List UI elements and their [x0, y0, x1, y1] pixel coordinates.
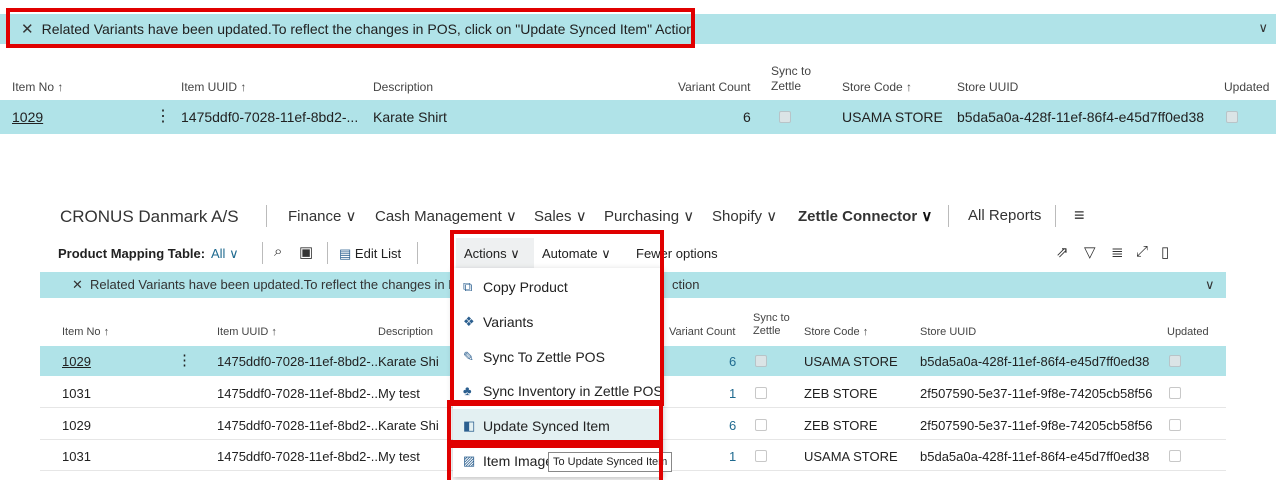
store-code: USAMA STORE [804, 354, 898, 369]
item-uuid: 1475ddf0-7028-11ef-8bd2-... [217, 418, 382, 433]
description: Karate Shi [378, 418, 439, 433]
item-no[interactable]: 1029 [62, 418, 91, 433]
sync-checkbox[interactable] [779, 111, 791, 123]
description: My test [378, 449, 420, 464]
item-no-link[interactable]: 1029 [12, 109, 43, 125]
item-no[interactable]: 1031 [62, 449, 91, 464]
banner-text-left: Related Variants have been updated.To re… [90, 277, 476, 292]
zoomed-detail: ✕ Related Variants have been updated.To … [0, 0, 1276, 140]
divider [1055, 205, 1056, 227]
divider [948, 205, 949, 227]
col-sync-to-zettle[interactable]: Sync to Zettle [771, 64, 821, 94]
divider [266, 205, 267, 227]
store-code: ZEB STORE [804, 418, 878, 433]
edit-list-button[interactable]: ▤ Edit List [339, 246, 401, 262]
table-row[interactable]: 1029 ⋮ 1475ddf0-7028-11ef-8bd2-... Karat… [0, 100, 1276, 134]
share-icon[interactable]: ⇗ [1056, 243, 1069, 261]
variant-count: 6 [743, 109, 751, 125]
col-description[interactable]: Description [373, 80, 433, 94]
sync-checkbox[interactable] [755, 355, 767, 367]
nav-shopify[interactable]: Shopify ∨ [712, 207, 777, 225]
description: My test [378, 386, 420, 401]
nav-sales[interactable]: Sales ∨ [534, 207, 587, 225]
store-code: USAMA STORE [842, 109, 943, 125]
annotation-box [447, 444, 663, 480]
col-store-uuid[interactable]: Store UUID [957, 80, 1018, 94]
search-icon[interactable]: ⌕ [274, 243, 282, 260]
edit-icon: ▤ [339, 246, 352, 261]
filter-dropdown[interactable]: All ∨ [211, 246, 239, 262]
col-item-uuid[interactable]: Item UUID ↑ [181, 80, 246, 94]
banner-text-right: ction [672, 277, 700, 292]
store-code: USAMA STORE [804, 449, 898, 464]
store-uuid: 2f507590-5e37-11ef-9f8e-74205cb58f56 [920, 418, 1153, 433]
updated-checkbox[interactable] [1169, 419, 1181, 431]
item-uuid: 1475ddf0-7028-11ef-8bd2-... [181, 109, 359, 125]
item-no-link[interactable]: 1029 [62, 354, 91, 369]
row-menu-icon[interactable]: ⋮ [155, 106, 171, 126]
col-updated[interactable]: Updated [1167, 326, 1209, 338]
analyze-icon[interactable]: ▣ [299, 243, 313, 261]
updated-checkbox[interactable] [1169, 355, 1181, 367]
description: Karate Shi [378, 354, 439, 369]
divider [327, 242, 328, 264]
variant-count[interactable]: 6 [729, 418, 736, 433]
item-uuid: 1475ddf0-7028-11ef-8bd2-... [217, 449, 382, 464]
sync-checkbox[interactable] [755, 387, 767, 399]
updated-checkbox[interactable] [1226, 111, 1238, 123]
annotation-box [447, 400, 663, 444]
col-item-no[interactable]: Item No ↑ [62, 326, 109, 338]
close-icon[interactable]: ✕ [72, 277, 83, 293]
page-title: Product Mapping Table: [58, 246, 206, 261]
variant-count[interactable]: 1 [729, 449, 736, 464]
divider [417, 242, 418, 264]
col-store-code[interactable]: Store Code ↑ [804, 326, 868, 338]
nav-zettle-connector[interactable]: Zettle Connector ∨ [798, 207, 932, 225]
company-name[interactable]: CRONUS Danmark A/S [60, 207, 239, 227]
nav-all-reports[interactable]: All Reports [968, 207, 1041, 224]
col-item-uuid[interactable]: Item UUID ↑ [217, 326, 277, 338]
annotation-box [450, 230, 664, 406]
store-uuid: b5da5a0a-428f-11ef-86f4-e45d7ff0ed38 [957, 109, 1205, 125]
chevron-down-icon[interactable]: ∨ [1258, 20, 1268, 36]
store-uuid: b5da5a0a-428f-11ef-86f4-e45d7ff0ed38 [920, 449, 1150, 464]
updated-checkbox[interactable] [1169, 450, 1181, 462]
col-updated[interactable]: Updated [1224, 80, 1269, 94]
nav-purchasing[interactable]: Purchasing ∨ [604, 207, 694, 225]
item-no[interactable]: 1031 [62, 386, 91, 401]
variant-count[interactable]: 1 [729, 386, 736, 401]
col-store-uuid[interactable]: Store UUID [920, 326, 976, 338]
store-uuid: b5da5a0a-428f-11ef-86f4-e45d7ff0ed38 [920, 354, 1150, 369]
item-uuid: 1475ddf0-7028-11ef-8bd2-... [217, 354, 382, 369]
col-store-code[interactable]: Store Code ↑ [842, 80, 912, 94]
filter-icon[interactable]: ▽ [1084, 243, 1096, 261]
divider [262, 242, 263, 264]
col-item-no[interactable]: Item No ↑ [12, 80, 63, 94]
nav-finance[interactable]: Finance ∨ [288, 207, 357, 225]
hamburger-icon[interactable]: ≡ [1074, 205, 1085, 226]
bookmark-icon[interactable]: ▯ [1161, 243, 1169, 261]
col-description[interactable]: Description [378, 326, 433, 338]
sync-checkbox[interactable] [755, 419, 767, 431]
col-variant-count[interactable]: Variant Count [669, 326, 735, 338]
updated-checkbox[interactable] [1169, 387, 1181, 399]
chevron-down-icon[interactable]: ∨ [1205, 277, 1215, 293]
col-sync-to-zettle[interactable]: Sync to Zettle [753, 312, 793, 338]
item-uuid: 1475ddf0-7028-11ef-8bd2-... [217, 386, 382, 401]
store-code: ZEB STORE [804, 386, 878, 401]
nav-cash-management[interactable]: Cash Management ∨ [375, 207, 517, 225]
store-uuid: 2f507590-5e37-11ef-9f8e-74205cb58f56 [920, 386, 1153, 401]
annotation-box [6, 8, 695, 48]
expand-icon[interactable]: ⤢ [1136, 243, 1148, 260]
sync-checkbox[interactable] [755, 450, 767, 462]
description: Karate Shirt [373, 109, 447, 125]
list-icon[interactable]: ≣ [1111, 243, 1124, 261]
row-menu-icon[interactable]: ⋮ [177, 351, 192, 369]
col-variant-count[interactable]: Variant Count [678, 80, 751, 94]
variant-count[interactable]: 6 [729, 354, 736, 369]
